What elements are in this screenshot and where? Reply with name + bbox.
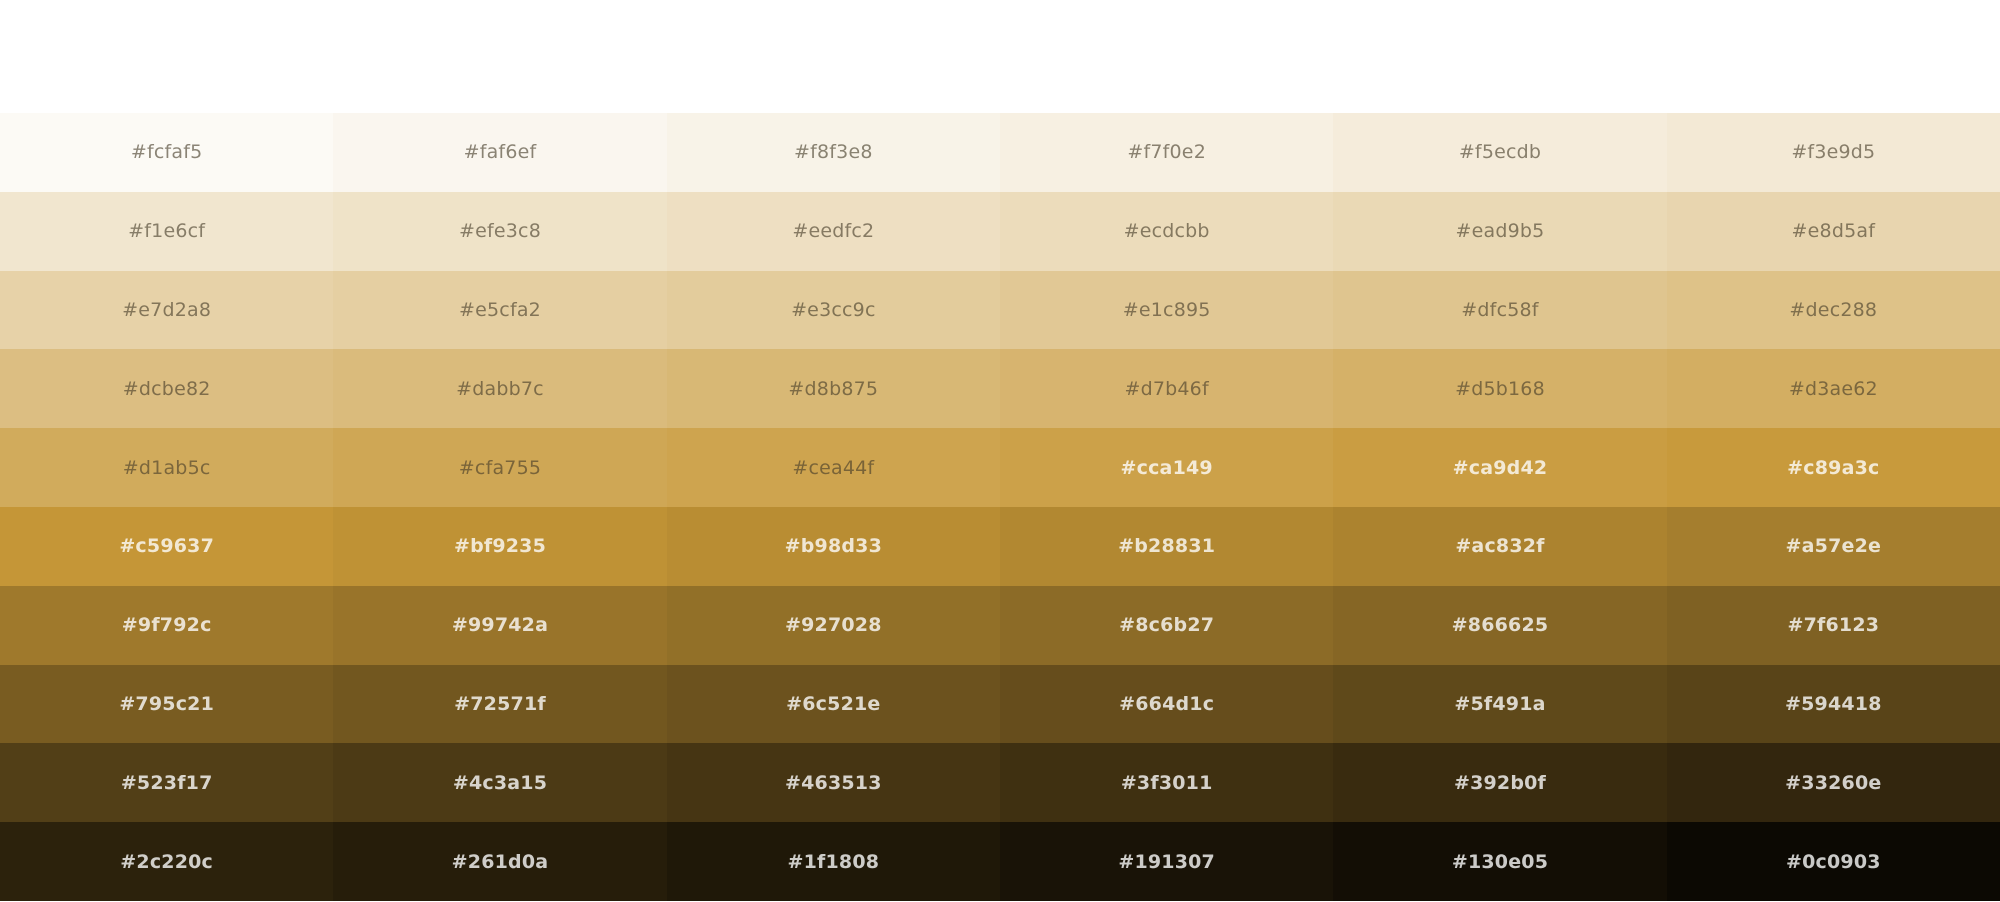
color-swatch[interactable]: #0c0903 [1666,822,2000,901]
color-swatch[interactable]: #cfa755 [333,428,667,507]
color-swatch[interactable]: #f8f3e8 [666,113,1000,192]
color-swatch[interactable]: #ecdcbb [1000,191,1334,271]
color-swatch[interactable]: #523f17 [0,743,334,823]
color-swatch[interactable]: #fcfaf5 [0,113,334,192]
color-swatch[interactable]: #a57e2e [1666,506,2000,586]
color-swatch[interactable]: #191307 [1000,822,1334,901]
color-swatch[interactable]: #e3cc9c [666,270,1000,350]
color-swatch[interactable]: #faf6ef [333,113,667,192]
color-swatch[interactable]: #d3ae62 [1666,349,2000,429]
color-swatch[interactable]: #f7f0e2 [1000,113,1334,192]
color-swatch[interactable]: #d7b46f [1000,349,1334,429]
color-swatch[interactable]: #f5ecdb [1333,113,1667,192]
color-swatch[interactable]: #72571f [333,664,667,744]
color-swatch[interactable]: #866625 [1333,585,1667,665]
color-swatch[interactable]: #392b0f [1333,743,1667,823]
color-swatch[interactable]: #ca9d42 [1333,428,1667,507]
color-swatch[interactable]: #463513 [666,743,1000,823]
color-swatch[interactable]: #d5b168 [1333,349,1667,429]
color-swatch[interactable]: #bf9235 [333,506,667,586]
color-swatch[interactable]: #ac832f [1333,506,1667,586]
color-swatch[interactable]: #b28831 [1000,506,1334,586]
color-swatch[interactable]: #d1ab5c [0,428,334,507]
color-swatch[interactable]: #f1e6cf [0,191,334,271]
color-swatch[interactable]: #664d1c [1000,664,1334,744]
color-swatch[interactable]: #efe3c8 [333,191,667,271]
color-swatch[interactable]: #130e05 [1333,822,1667,901]
color-swatch[interactable]: #c89a3c [1666,428,2000,507]
color-swatch[interactable]: #6c521e [666,664,1000,744]
color-swatch[interactable]: #e1c895 [1000,270,1334,350]
color-swatch[interactable]: #dfc58f [1333,270,1667,350]
color-swatch[interactable]: #9f792c [0,585,334,665]
color-swatch[interactable]: #8c6b27 [1000,585,1334,665]
color-swatch[interactable]: #eedfc2 [666,191,1000,271]
color-palette-grid: #fcfaf5 #faf6ef #f8f3e8 #f7f0e2 #f5ecdb … [0,113,2000,901]
color-swatch[interactable]: #5f491a [1333,664,1667,744]
color-swatch[interactable]: #7f6123 [1666,585,2000,665]
color-swatch[interactable]: #c59637 [0,506,334,586]
color-swatch[interactable]: #1f1808 [666,822,1000,901]
color-swatch[interactable]: #ead9b5 [1333,191,1667,271]
color-swatch[interactable]: #dec288 [1666,270,2000,350]
color-swatch[interactable]: #4c3a15 [333,743,667,823]
color-swatch[interactable]: #99742a [333,585,667,665]
color-swatch[interactable]: #e5cfa2 [333,270,667,350]
color-swatch[interactable]: #cca149 [1000,428,1334,507]
color-swatch[interactable]: #d8b875 [666,349,1000,429]
color-swatch[interactable]: #927028 [666,585,1000,665]
color-swatch[interactable]: #f3e9d5 [1666,113,2000,192]
color-swatch[interactable]: #261d0a [333,822,667,901]
color-swatch[interactable]: #dabb7c [333,349,667,429]
color-swatch[interactable]: #dcbe82 [0,349,334,429]
color-swatch[interactable]: #e8d5af [1666,191,2000,271]
color-swatch[interactable]: #e7d2a8 [0,270,334,350]
color-swatch[interactable]: #2c220c [0,822,334,901]
color-swatch[interactable]: #795c21 [0,664,334,744]
color-swatch[interactable]: #cea44f [666,428,1000,507]
color-swatch[interactable]: #3f3011 [1000,743,1334,823]
color-swatch[interactable]: #33260e [1666,743,2000,823]
color-swatch[interactable]: #594418 [1666,664,2000,744]
color-swatch[interactable]: #b98d33 [666,506,1000,586]
